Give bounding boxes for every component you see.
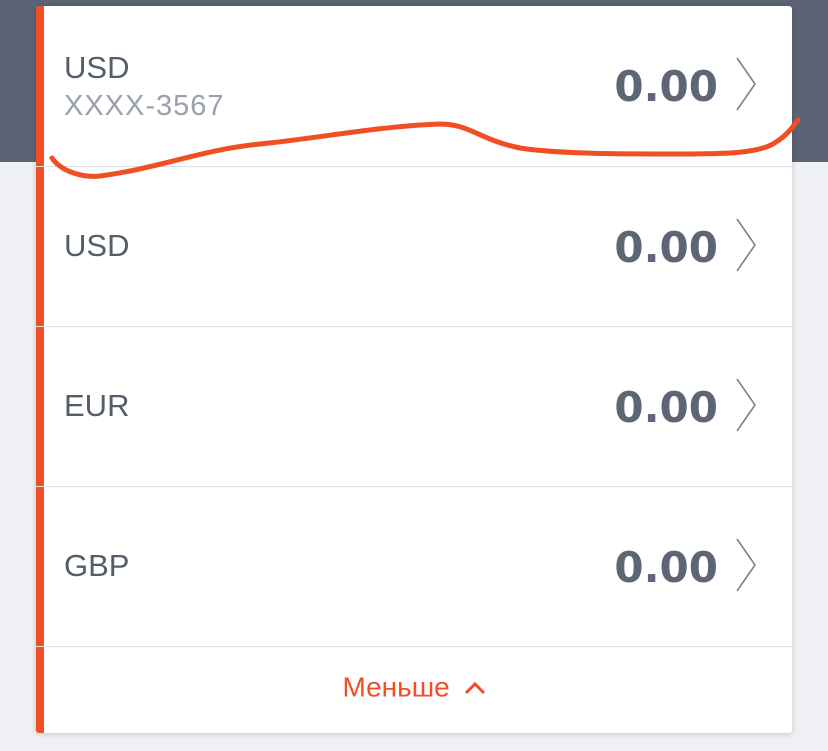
balance-amount: 0.00 (614, 383, 718, 432)
account-row[interactable]: GBP 0.00 (36, 486, 792, 647)
balance-amount: 0.00 (614, 543, 718, 592)
currency-label: USD (64, 228, 130, 263)
chevron-up-icon (464, 681, 485, 694)
currency-label: GBP (64, 548, 130, 583)
chevron-right-icon (736, 57, 756, 111)
account-row[interactable]: EUR 0.00 (36, 326, 792, 487)
account-list-card: USD XXXX-3567 0.00 USD 0.00 EUR 0.00 GBP… (36, 6, 792, 733)
account-number: XXXX-3567 (64, 90, 225, 122)
balance-amount: 0.00 (614, 62, 718, 111)
account-row[interactable]: USD XXXX-3567 0.00 (36, 6, 792, 167)
chevron-right-icon (736, 218, 756, 272)
chevron-right-icon (736, 538, 756, 592)
currency-label: EUR (64, 388, 130, 423)
show-less-button[interactable]: Меньше (36, 670, 792, 704)
currency-label: USD (64, 50, 130, 85)
footer: Меньше (36, 646, 792, 733)
chevron-right-icon (736, 378, 756, 432)
balance-amount: 0.00 (614, 223, 718, 272)
show-less-label: Меньше (342, 671, 450, 703)
account-row[interactable]: USD 0.00 (36, 166, 792, 327)
